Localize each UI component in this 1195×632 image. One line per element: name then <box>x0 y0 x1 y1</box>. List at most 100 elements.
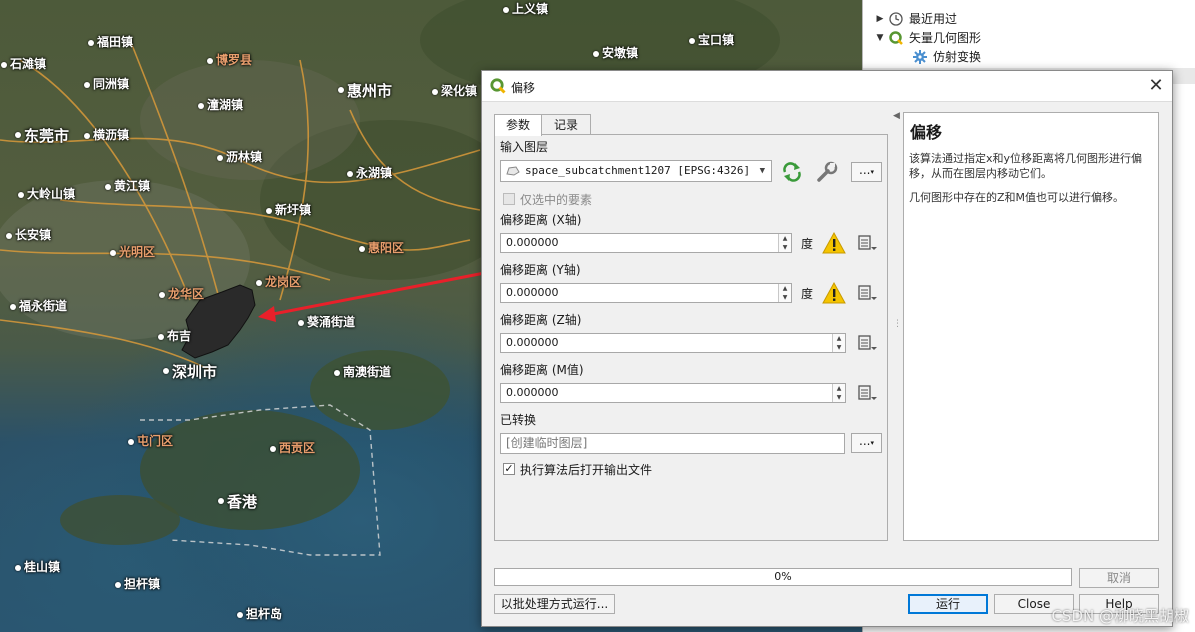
place-label: 葵涌街道 <box>307 315 356 329</box>
panel-collapse-icon[interactable]: ◀ <box>893 111 900 121</box>
place-marker <box>88 40 94 46</box>
offset-x-input[interactable]: 0.000000 ▲ ▼ <box>500 233 792 253</box>
place-label: 大岭山镇 <box>27 187 76 201</box>
spin-arrows-icon[interactable]: ▲ ▼ <box>778 284 791 302</box>
place-label: 东莞市 <box>24 127 70 145</box>
place-marker <box>503 7 509 13</box>
batch-run-button[interactable]: 以批处理方式运行... <box>494 594 615 614</box>
selected-only-checkbox[interactable] <box>503 193 515 205</box>
data-defined-override-icon[interactable] <box>856 333 880 353</box>
place-label: 惠州市 <box>347 82 393 100</box>
place-marker <box>128 439 134 445</box>
input-layer-value: space_subcatchment1207 [EPSG:4326] <box>525 164 751 177</box>
place-marker <box>6 233 12 239</box>
place-label: 黄江镇 <box>114 179 151 193</box>
help-note: 几何图形中存在的Z和M值也可以进行偏移。 <box>909 191 1125 204</box>
clock-icon <box>887 11 905 27</box>
offset-m-input[interactable]: 0.000000 ▲ ▼ <box>500 383 846 403</box>
offset-m-label: 偏移距离 (M值) <box>500 363 584 377</box>
splitter-handle[interactable]: ⋮ <box>893 319 902 329</box>
place-label: 布吉 <box>167 329 192 343</box>
qgis-logo-icon <box>887 30 905 46</box>
place-label: 光明区 <box>119 245 156 259</box>
dialog-titlebar[interactable]: 偏移 ✕ <box>482 71 1172 102</box>
data-defined-override-icon[interactable] <box>856 283 880 303</box>
place-marker <box>115 582 121 588</box>
spin-arrows-icon[interactable]: ▲ ▼ <box>832 384 845 402</box>
tree-item-vector-geometry[interactable]: ▼ 矢量几何图形 <box>873 28 981 47</box>
data-defined-override-icon[interactable] <box>856 233 880 253</box>
place-marker <box>270 446 276 452</box>
place-marker <box>207 58 213 64</box>
input-layer-label: 输入图层 <box>500 140 549 154</box>
place-label: 香港 <box>227 493 258 511</box>
place-marker <box>334 370 340 376</box>
cancel-button[interactable]: 取消 <box>1079 568 1159 588</box>
spin-arrows-icon[interactable]: ▲ ▼ <box>778 234 791 252</box>
offset-y-input[interactable]: 0.000000 ▲ ▼ <box>500 283 792 303</box>
input-layer-options-button[interactable]: ...▾ <box>851 162 882 182</box>
tree-item-label: 仿射变换 <box>933 50 982 64</box>
open-output-label: 执行算法后打开输出文件 <box>520 463 653 477</box>
place-label: 福永街道 <box>19 299 68 313</box>
place-marker <box>217 155 223 161</box>
place-label: 长安镇 <box>15 228 52 242</box>
expand-arrow-icon[interactable]: ▶ <box>873 14 887 24</box>
place-marker <box>237 612 243 618</box>
place-label: 南澳街道 <box>343 365 392 379</box>
offset-x-label: 偏移距离 (X轴) <box>500 213 582 227</box>
warning-icon <box>822 282 846 304</box>
spin-arrows-icon[interactable]: ▲ ▼ <box>832 334 845 352</box>
open-output-checkbox[interactable]: ✓ <box>503 463 515 475</box>
place-label: 担杆镇 <box>124 577 161 591</box>
dialog-title: 偏移 <box>511 81 536 95</box>
place-label: 新圩镇 <box>275 203 312 217</box>
place-label: 同洲镇 <box>93 77 130 91</box>
tab-parameters[interactable]: 参数 <box>494 114 542 136</box>
place-marker <box>10 304 16 310</box>
place-label: 永湖镇 <box>356 166 393 180</box>
offset-y-label: 偏移距离 (Y轴) <box>500 263 581 277</box>
output-options-button[interactable]: ...▾ <box>851 433 882 453</box>
help-description: 该算法通过指定x和y位移距离将几何图形进行偏移，从而在图层内移动它们。 <box>909 152 1143 180</box>
parameters-panel: 输入图层 space_subcatchment1207 [EPSG:4326] … <box>494 134 888 541</box>
input-layer-combo[interactable]: space_subcatchment1207 [EPSG:4326] ▼ <box>500 160 772 182</box>
data-defined-override-icon[interactable] <box>856 383 880 403</box>
tree-item-recent[interactable]: ▶ 最近用过 <box>873 9 957 28</box>
place-marker <box>256 280 262 286</box>
place-label: 博罗县 <box>216 53 253 67</box>
output-layer-input[interactable]: [创建临时图层] <box>500 433 845 454</box>
selected-only-label: 仅选中的要素 <box>520 193 593 207</box>
place-marker <box>432 89 438 95</box>
close-window-icon[interactable]: ✕ <box>1140 71 1172 101</box>
place-label: 西贡区 <box>279 441 316 455</box>
tab-log[interactable]: 记录 <box>541 114 591 135</box>
place-marker <box>105 184 111 190</box>
progress-bar: 0% <box>494 568 1072 586</box>
run-button[interactable]: 运行 <box>908 594 988 614</box>
place-marker <box>18 192 24 198</box>
offset-x-unit: 度 <box>801 237 814 251</box>
dropdown-arrow-icon: ▼ <box>759 166 765 176</box>
qgis-logo-icon <box>490 78 506 94</box>
place-label: 桂山镇 <box>24 560 61 574</box>
place-marker <box>15 132 21 138</box>
place-label: 安墩镇 <box>602 46 639 60</box>
gear-icon <box>911 49 929 65</box>
offset-z-label: 偏移距离 (Z轴) <box>500 313 582 327</box>
place-marker <box>159 292 165 298</box>
place-marker <box>338 87 344 93</box>
place-marker <box>298 320 304 326</box>
progress-text: 0% <box>774 570 792 583</box>
offset-z-input[interactable]: 0.000000 ▲ ▼ <box>500 333 846 353</box>
offset-dialog: 偏移 ✕ 参数 记录 输入图层 space_subcatchment1207 [… <box>481 70 1173 627</box>
place-label: 宝口镇 <box>698 33 735 47</box>
iterate-icon[interactable] <box>781 162 803 182</box>
place-marker <box>359 246 365 252</box>
watermark: CSDN @柳晓黑胡椒 <box>1051 607 1189 625</box>
wrench-icon[interactable] <box>815 161 839 183</box>
tree-item-affine[interactable]: 仿射变换 <box>911 47 981 66</box>
place-marker <box>347 171 353 177</box>
collapse-arrow-icon[interactable]: ▼ <box>873 33 887 43</box>
place-label: 横沥镇 <box>93 128 130 142</box>
